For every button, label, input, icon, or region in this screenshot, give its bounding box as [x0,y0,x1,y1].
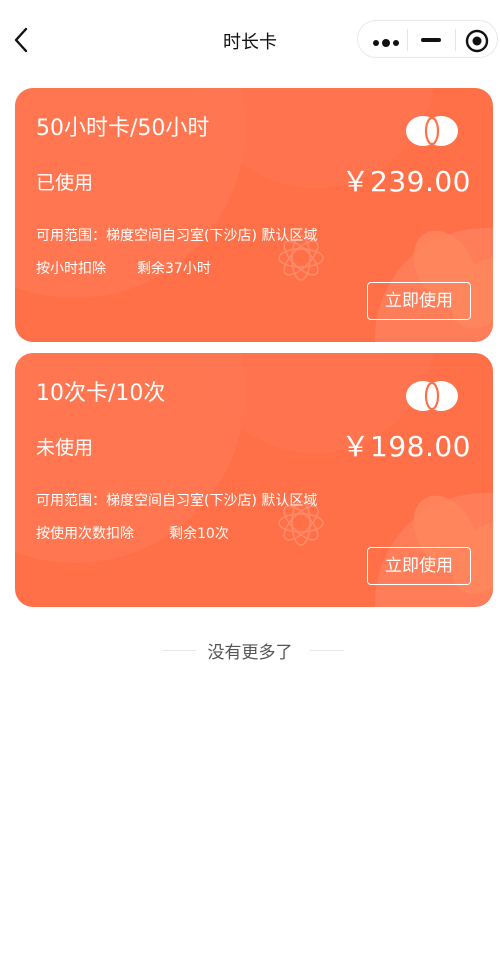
list-end-footer: 没有更多了 [0,636,500,666]
remaining-balance: 剩余37小时 [137,261,211,277]
capsule-divider [455,29,456,51]
usage-scope: 可用范围：梯度空间自习室(下沙店) 默认区域 [36,228,318,244]
card-name: 50小时卡/50小时 [36,116,210,141]
capsule-divider [407,29,408,51]
use-now-button[interactable]: 立即使用 [367,282,471,320]
no-more-text: 没有更多了 [207,643,293,663]
footer-divider [310,650,344,651]
time-card[interactable]: 10次卡/10次 未使用 ￥198.00 可用范围：梯度空间自习室(下沙店) 默… [15,353,493,607]
time-card[interactable]: 50小时卡/50小时 已使用 ￥239.00 可用范围：梯度空间自习室(下沙店)… [15,88,493,342]
card-price: ￥198.00 [341,430,471,463]
usage-scope: 可用范围：梯度空间自习室(下沙店) 默认区域 [36,493,318,509]
use-now-button[interactable]: 立即使用 [367,547,471,585]
usage-status: 未使用 [36,437,94,459]
card-name: 10次卡/10次 [36,381,166,406]
target-icon[interactable] [465,29,489,53]
deduct-method: 按使用次数扣除 [36,526,134,542]
usage-status: 已使用 [36,172,94,194]
nav-bar: 时长卡 [0,0,500,80]
card-price: ￥239.00 [341,165,471,198]
card-logo-icon [403,379,461,413]
minimize-icon[interactable] [421,38,441,42]
card-logo-icon [403,114,461,148]
deduct-method: 按小时扣除 [36,261,106,277]
remaining-balance: 剩余10次 [169,526,229,542]
mini-program-capsule [357,20,498,58]
more-icon[interactable] [372,34,400,47]
